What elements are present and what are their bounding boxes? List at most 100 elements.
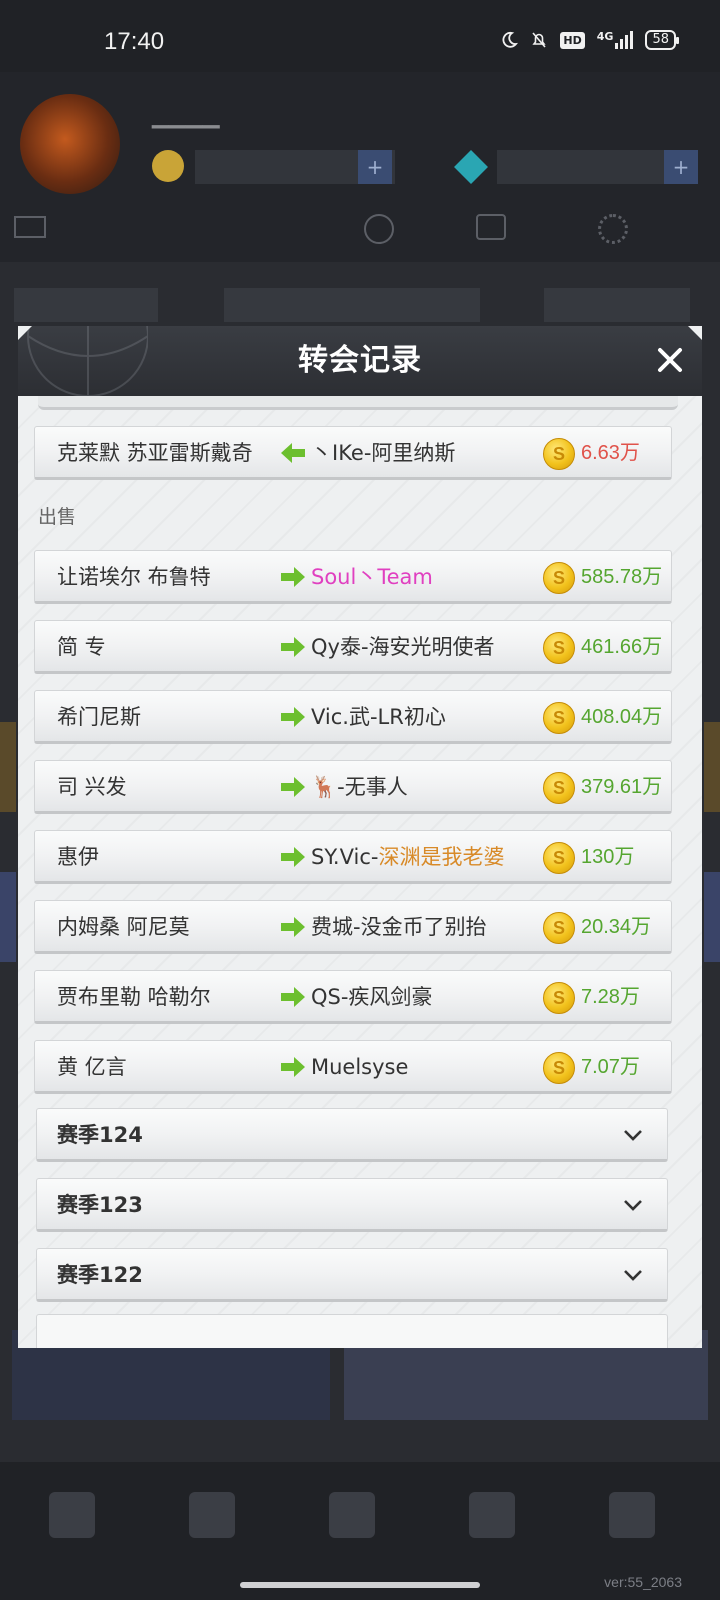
transfer-row: 克莱默 苏亚雷斯戴奇 丶IKe-阿里纳斯 S 6.63万 <box>34 426 672 480</box>
season-label: 赛季122 <box>57 1263 143 1287</box>
transfer-row: 贾布里勒 哈勒尔 QS-疾风剑豪 S 7.28万 <box>34 970 672 1024</box>
background-nav-item <box>602 1492 662 1546</box>
team-name: 🦌-无事人 <box>311 761 408 813</box>
player-name: 让诺埃尔 布鲁特 <box>57 565 211 589</box>
coin-icon: S <box>543 1052 575 1084</box>
team-name-part: Vic.武-LR初心 <box>311 705 446 729</box>
chevron-down-icon <box>624 1130 642 1141</box>
background-header: ▁▁▁▁ + + <box>0 72 720 262</box>
hd-badge: HD <box>560 31 585 49</box>
transfer-row: 内姆桑 阿尼莫 费城-没金币了别抬 S 20.34万 <box>34 900 672 954</box>
team-name: SY.Vic-深渊是我老婆 <box>311 831 504 883</box>
arrow-right-icon <box>281 917 305 937</box>
gem-icon <box>454 150 488 184</box>
player-name: 司 兴发 <box>57 775 127 799</box>
background-tab <box>224 288 480 322</box>
team-name: QS-疾风剑豪 <box>311 971 432 1023</box>
network-label: 4G <box>596 30 614 43</box>
close-button[interactable] <box>650 340 690 380</box>
team-name-part: Muelsyse <box>311 1055 409 1079</box>
player-name: 贾布里勒 哈勒尔 <box>57 985 211 1009</box>
coin-icon: S <box>543 562 575 594</box>
background-nav-item <box>42 1492 102 1546</box>
background-card-edge <box>0 872 16 962</box>
transfer-row: 司 兴发 🦌-无事人 S 379.61万 <box>34 760 672 814</box>
coin-icon: S <box>543 702 575 734</box>
forum-icon <box>476 214 506 240</box>
team-name: Soul丶Team <box>311 551 433 603</box>
coin-icon <box>152 150 184 182</box>
arrow-right-icon <box>281 777 305 797</box>
transfer-list[interactable]: 克莱默 苏亚雷斯戴奇 丶IKe-阿里纳斯 S 6.63万 出售 让诺埃尔 布鲁特… <box>18 396 702 1348</box>
team-name: Muelsyse <box>311 1041 408 1093</box>
transfer-row: 黄 亿言 Muelsyse S 7.07万 <box>34 1040 672 1094</box>
arrow-right-icon <box>281 707 305 727</box>
coin-icon: S <box>543 632 575 664</box>
coin-icon: S <box>543 438 575 470</box>
background-card-edge <box>704 872 720 962</box>
background-card-edge <box>0 722 16 812</box>
transfer-row: 惠伊 SY.Vic-深渊是我老婆 S 130万 <box>34 830 672 884</box>
coin-icon: S <box>543 982 575 1014</box>
team-name-part: Qy泰-海安光明使者 <box>311 635 495 659</box>
transfer-price: 379.61万 <box>581 776 663 798</box>
player-name: 惠伊 <box>57 845 99 869</box>
season-accordion-122[interactable]: 赛季122 <box>36 1248 668 1302</box>
status-icons: HD 4G 58 <box>500 30 679 50</box>
arrow-right-icon <box>281 637 305 657</box>
scrolled-row-edge <box>38 396 678 410</box>
transfer-row: 让诺埃尔 布鲁特 Soul丶Team S 585.78万 <box>34 550 672 604</box>
battery-indicator: 58 <box>645 30 679 50</box>
arrow-right-icon <box>281 987 305 1007</box>
background-tabs <box>14 288 704 322</box>
team-name: 丶IKe-阿里纳斯 <box>311 441 456 465</box>
transfer-price: 7.28万 <box>581 986 640 1008</box>
player-name: 希门尼斯 <box>57 705 141 729</box>
transfer-row: 简 专 Qy泰-海安光明使者 S 461.66万 <box>34 620 672 674</box>
background-card-edge <box>704 722 720 812</box>
team-name-part: 费城-没金币了别抬 <box>311 915 487 939</box>
team-name: Qy泰-海安光明使者 <box>311 621 495 673</box>
season-accordion-124[interactable]: 赛季124 <box>36 1108 668 1162</box>
home-indicator[interactable] <box>240 1582 480 1588</box>
background-nav-item <box>182 1492 242 1546</box>
transfer-price: 7.07万 <box>581 1056 640 1078</box>
background-tab <box>544 288 690 322</box>
coin-icon: S <box>543 772 575 804</box>
background-tab <box>14 288 158 322</box>
mail-icon <box>14 216 46 238</box>
season-label: 赛季124 <box>57 1123 143 1147</box>
team-name-part: QS-疾风剑豪 <box>311 985 433 1009</box>
status-bar: 17:40 HD 4G 58 <box>0 0 720 72</box>
player-name: 内姆桑 阿尼莫 <box>57 915 190 939</box>
arrow-right-icon <box>281 1057 305 1077</box>
avatar <box>20 94 120 194</box>
player-name: 简 专 <box>57 635 106 659</box>
signal-icon <box>615 31 634 49</box>
add-coin-button: + <box>358 150 392 184</box>
friends-icon <box>364 214 394 244</box>
close-icon <box>658 348 682 372</box>
transfer-price: 408.04万 <box>581 706 663 728</box>
team-name-part: 🦌-无事人 <box>311 775 408 799</box>
team-name: Vic.武-LR初心 <box>311 691 446 743</box>
transfer-price: 461.66万 <box>581 636 663 658</box>
season-label: 赛季123 <box>57 1193 143 1217</box>
transfer-row: 希门尼斯 Vic.武-LR初心 S 408.04万 <box>34 690 672 744</box>
coin-icon: S <box>543 912 575 944</box>
add-gem-button: + <box>664 150 698 184</box>
team-name-part: 深渊是我老婆 <box>378 845 505 869</box>
transfer-record-modal: 转会记录 克莱默 苏亚雷斯戴奇 丶IKe-阿里纳斯 S 6.63万 出售 让诺埃… <box>18 326 702 1348</box>
modal-title: 转会记录 <box>298 343 422 378</box>
team-name: 费城-没金币了别抬 <box>311 901 487 953</box>
season-accordion-123[interactable]: 赛季123 <box>36 1178 668 1232</box>
settings-icon <box>598 214 628 244</box>
team-name-part: Soul丶Team <box>311 565 433 589</box>
version-label: ver:55_2063 <box>604 1574 682 1590</box>
coin-icon: S <box>543 842 575 874</box>
transfer-price: 585.78万 <box>581 566 663 588</box>
section-label-sell: 出售 <box>38 506 77 528</box>
bell-muted-icon <box>532 32 547 48</box>
background-nav-item <box>462 1492 522 1546</box>
season-accordion-partial[interactable] <box>36 1314 668 1348</box>
